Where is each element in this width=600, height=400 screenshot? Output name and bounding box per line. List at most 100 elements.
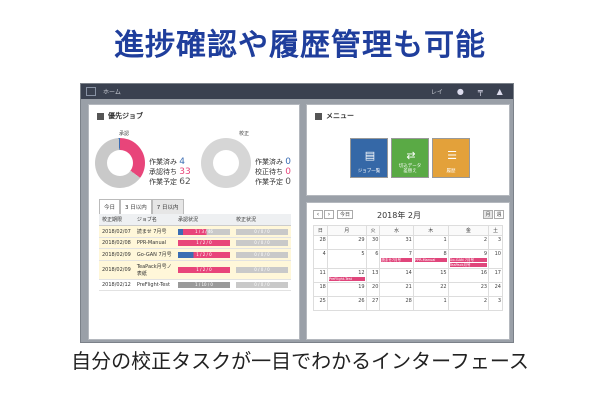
calendar-day[interactable]: 25 xyxy=(313,296,328,311)
approval-donut-chart xyxy=(95,138,145,188)
today-button[interactable]: 今日 xyxy=(337,210,353,219)
day-number: 14 xyxy=(405,270,412,276)
weekday-header: 水 xyxy=(379,225,414,236)
calendar-day[interactable]: 8 PPR-Manual xyxy=(412,249,449,269)
calendar-day[interactable]: 5 xyxy=(326,249,367,269)
proof-donut-chart xyxy=(201,138,251,188)
calendar-day[interactable]: 26 xyxy=(326,296,367,311)
user-icon[interactable]: ▲ xyxy=(497,87,503,96)
cell-approval: 1 / 2 / 0 xyxy=(175,248,233,261)
day-number: 11 xyxy=(319,270,326,276)
job-list-button[interactable]: ▤ ジョブ一覧 xyxy=(350,138,388,178)
col-proof[interactable]: 校正状況 xyxy=(233,214,291,226)
calendar-day[interactable]: 19 xyxy=(326,282,367,297)
cell-job[interactable]: 読ませ 7月号 xyxy=(133,225,175,238)
col-approval[interactable]: 承認状況 xyxy=(175,214,233,226)
table-row[interactable]: 2018/02/08 PPR-Manual 1 / 2 / 00 / 0 / 0 xyxy=(99,237,291,249)
day-number: 22 xyxy=(440,284,447,290)
tab-today[interactable]: 今日 xyxy=(99,199,121,215)
day-number: 19 xyxy=(358,284,365,290)
calendar-day[interactable]: 22 xyxy=(412,282,449,297)
table-row[interactable]: 2018/02/09 TeaPack月号ノ表紙 1 / 2 / 00 / 0 / 0 xyxy=(99,260,291,280)
cell-date: 2018/02/09 xyxy=(99,260,134,280)
calendar-day[interactable]: 30 xyxy=(365,235,381,250)
month-title: 2018年 2月 xyxy=(377,211,421,220)
calendar-event[interactable]: PPR-Manual xyxy=(414,258,447,262)
calendar-day[interactable]: 3 xyxy=(488,235,503,250)
calendar-event[interactable]: PreFlight-Test xyxy=(328,277,365,281)
calendar-day[interactable]: 6 xyxy=(365,249,381,269)
footline: 自分の校正タスクが一目でわかるインターフェース xyxy=(71,349,529,373)
calendar-day[interactable]: 28 xyxy=(313,235,328,250)
calendar-event[interactable]: Go-GAN 7月号 xyxy=(449,258,488,262)
calendar-day[interactable]: 21 xyxy=(379,282,414,297)
calendar-day[interactable]: 3 xyxy=(488,296,503,311)
col-job-name[interactable]: ジョブ名 xyxy=(133,214,175,226)
calendar-day[interactable]: 15 xyxy=(412,268,449,283)
week-view-button[interactable]: 週 xyxy=(494,210,504,219)
cell-job[interactable]: Go-GAN 7月号 xyxy=(133,248,175,261)
weekday-header: 日 xyxy=(313,225,328,236)
day-number: 30 xyxy=(372,237,379,243)
calendar-day[interactable]: 7 読ませ7月号 xyxy=(379,249,414,269)
day-number: 8 xyxy=(443,251,447,257)
calendar-day[interactable]: 13 xyxy=(365,268,381,283)
cell-date: 2018/02/09 xyxy=(99,248,134,261)
day-number: 26 xyxy=(358,298,365,304)
calendar-day[interactable]: 20 xyxy=(365,282,381,297)
table-row[interactable]: 2018/02/09 Go-GAN 7月号 1 / 2 / 00 / 0 / 0 xyxy=(99,248,291,261)
calendar-day[interactable]: 1 xyxy=(412,235,449,250)
calendar-day[interactable]: 23 xyxy=(447,282,490,297)
menu-grid-icon[interactable] xyxy=(86,87,96,96)
app-screenshot: ホーム レイ ● ╤ ▲ 優先ジョブ 承認 作業済み 4 承認待ち 33 作業予… xyxy=(80,83,514,343)
proof-chart-label: 校正 xyxy=(239,131,250,137)
calendar-day[interactable]: 28 xyxy=(379,296,414,311)
date-range-tabs: 今日 3 日以内 7 日以内 xyxy=(99,199,184,215)
calendar-panel: ‹ › 今日 2018年 2月 月 週 日月火水木金土 28 29 30 31 1 2 3 4… xyxy=(306,202,510,340)
calendar-day[interactable]: 29 xyxy=(326,235,367,250)
settings-icon[interactable]: ╤ xyxy=(478,87,483,96)
day-number: 9 xyxy=(483,251,488,257)
day-number: 2 xyxy=(483,298,488,304)
calendar-day[interactable]: 16 xyxy=(447,268,490,283)
cell-job[interactable]: TeaPack月号ノ表紙 xyxy=(133,260,175,280)
table-row[interactable]: 2018/02/12 PreFlight-Test 1 / 10 / 00 / 0 … xyxy=(99,279,291,291)
cell-job[interactable]: PreFlight-Test xyxy=(133,279,175,291)
calendar-day[interactable]: 1 xyxy=(412,296,449,311)
tab-3days[interactable]: 3 日以内 xyxy=(120,199,152,215)
nav-home-link[interactable]: ホーム xyxy=(103,87,121,96)
calendar-day[interactable]: 12 PreFlight-Test xyxy=(326,268,367,283)
cell-approval: 1 / 2 / 0 xyxy=(175,237,233,249)
calendar-day[interactable]: 14 xyxy=(379,268,414,283)
calendar-day[interactable]: 31 xyxy=(379,235,414,250)
month-view-button[interactable]: 月 xyxy=(483,210,493,219)
table-row[interactable]: 2018/02/07 読ませ 7月号 1 / 3 / 46 0 / 0 / 0 xyxy=(99,225,291,238)
notification-icon[interactable]: ● xyxy=(457,87,464,96)
data-replace-button[interactable]: ⇄ 切込データ 差替え xyxy=(391,138,429,178)
calendar-day[interactable]: 4 xyxy=(313,249,328,269)
calendar-day[interactable]: 10 xyxy=(488,249,503,269)
next-month-button[interactable]: › xyxy=(324,210,334,219)
day-number: 20 xyxy=(372,284,379,290)
calendar-day[interactable]: 18 xyxy=(313,282,328,297)
tab-7days[interactable]: 7 日以内 xyxy=(151,199,184,215)
proof-stats: 作業済み 0 校正待ち 0 作業予定 0 xyxy=(255,157,291,187)
day-number: 21 xyxy=(405,284,412,290)
calendar-day[interactable]: 27 xyxy=(365,296,381,311)
calendar-event[interactable]: 読ませ7月号 xyxy=(381,258,412,262)
cell-job[interactable]: PPR-Manual xyxy=(133,237,175,249)
calendar-day[interactable]: 17 xyxy=(488,268,503,283)
calendar-day[interactable]: 2 xyxy=(447,296,490,311)
prev-month-button[interactable]: ‹ xyxy=(313,210,323,219)
day-number: 24 xyxy=(494,284,501,290)
history-button[interactable]: ☰ 履歴 xyxy=(432,138,470,178)
calendar-day[interactable]: 11 xyxy=(313,268,328,283)
day-number: 28 xyxy=(405,298,412,304)
panel-title: 優先ジョブ xyxy=(108,112,143,120)
cell-proof: 0 / 0 / 0 xyxy=(233,248,291,261)
calendar-event[interactable]: TeaPack月号 xyxy=(449,263,488,267)
calendar-day[interactable]: 9 Go-GAN 7月号 TeaPack月号 xyxy=(447,249,490,269)
calendar-day[interactable]: 2 xyxy=(447,235,490,250)
calendar-day[interactable]: 24 xyxy=(488,282,503,297)
col-deadline[interactable]: 校正期限 xyxy=(99,214,134,226)
